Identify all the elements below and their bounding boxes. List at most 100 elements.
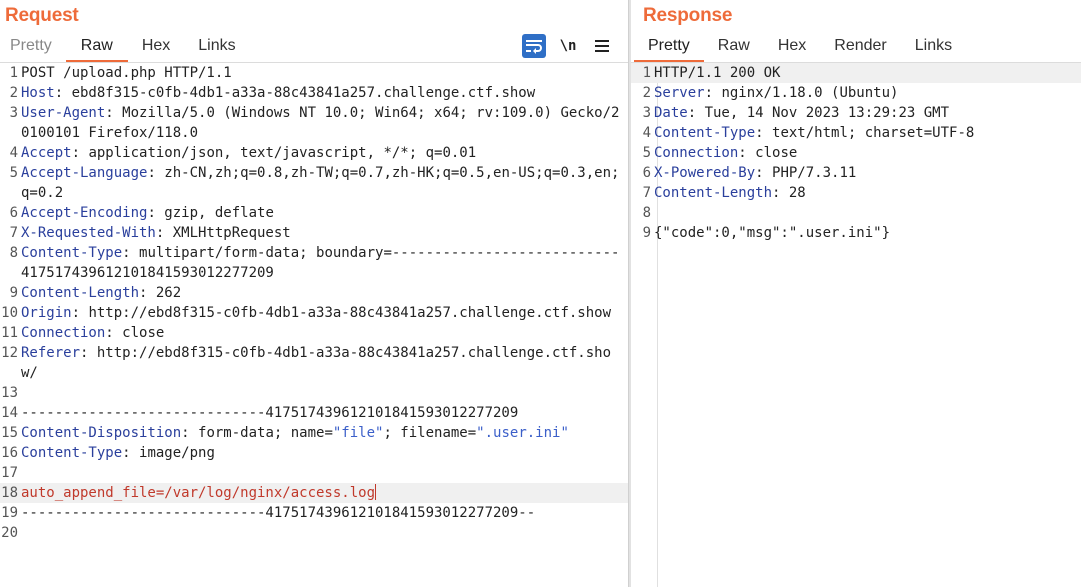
header-value: http://ebd8f315-c0fb-4db1-a33a-88c43841a… — [21, 345, 612, 381]
line-number: 2 — [9, 85, 18, 101]
header-value: Tue, 14 Nov 2023 13:29:23 GMT — [704, 105, 950, 121]
header-value: PHP/7.3.11 — [772, 165, 857, 181]
header-separator: : — [155, 225, 173, 241]
code-line: 4 Accept: application/json, text/javascri… — [0, 143, 628, 163]
line-number: 5 — [9, 165, 18, 181]
line-text: Accept-Encoding: gzip, deflate — [20, 203, 628, 223]
header-value: application/json, text/javascript, */*; … — [88, 145, 477, 161]
line-text: Origin: http://ebd8f315-c0fb-4db1-a33a-8… — [20, 303, 628, 323]
code-line: 8 — [631, 203, 1081, 223]
code-line: 1 POST /upload.php HTTP/1.1 — [0, 63, 628, 83]
header-name: Accept — [21, 145, 72, 161]
request-title: Request — [5, 5, 79, 26]
response-tab-hex[interactable]: Hex — [764, 36, 820, 62]
header-name: Content-Disposition — [21, 425, 182, 441]
header-separator: : — [147, 165, 165, 181]
word-wrap-toggle[interactable] — [522, 34, 546, 58]
line-text — [20, 383, 628, 403]
line-number: 4 — [9, 145, 18, 161]
line-number: 4 — [642, 125, 651, 141]
request-editor[interactable]: 1 POST /upload.php HTTP/1.1 2 Host: ebd8f31… — [0, 63, 628, 587]
header-separator: : — [122, 445, 140, 461]
code-line: 2 Host: ebd8f315-c0fb-4db1-a33a-88c43841a… — [0, 83, 628, 103]
header-name: Content-Type — [21, 245, 123, 261]
show-newlines-toggle[interactable]: \n — [556, 34, 580, 58]
line-text: Content-Type: text/html; charset=UTF-8 — [653, 123, 1081, 143]
line-text — [20, 523, 628, 543]
code-line: 18 auto_append_file=/var/log/nginx/access… — [0, 483, 628, 503]
header-value: close — [755, 145, 798, 161]
header-separator: : — [755, 165, 773, 181]
header-name: Accept-Encoding — [21, 205, 148, 221]
code-line: 5 Connection: close — [631, 143, 1081, 163]
header-name: Connection — [21, 325, 106, 341]
line-text: Accept-Language: zh-CN,zh;q=0.8,zh-TW;q=… — [20, 163, 628, 203]
line-text: Server: nginx/1.18.0 (Ubuntu) — [653, 83, 1081, 103]
line-text: HTTP/1.1 200 OK — [653, 63, 1081, 83]
raw-text: HTTP/1.1 200 OK — [654, 65, 781, 81]
header-separator: : — [71, 305, 89, 321]
response-tab-render[interactable]: Render — [820, 36, 900, 62]
newline-icon: \n — [559, 38, 577, 54]
line-text: X-Requested-With: XMLHttpRequest — [20, 223, 628, 243]
header-separator: : — [147, 205, 165, 221]
request-tab-hex[interactable]: Hex — [128, 36, 184, 62]
response-tab-raw[interactable]: Raw — [704, 36, 764, 62]
line-number: 16 — [1, 445, 18, 461]
request-toolbar: \n — [522, 34, 614, 58]
line-text: Date: Tue, 14 Nov 2023 13:29:23 GMT — [653, 103, 1081, 123]
line-text: Referer: http://ebd8f315-c0fb-4db1-a33a-… — [20, 343, 628, 383]
code-line: 17 — [0, 463, 628, 483]
code-line: 3 User-Agent: Mozilla/5.0 (Windows NT 10.… — [0, 103, 628, 143]
response-tab-links[interactable]: Links — [901, 36, 966, 62]
line-text — [20, 463, 628, 483]
line-number: 6 — [9, 205, 18, 221]
header-value: 262 — [155, 285, 182, 301]
header-value: nginx/1.18.0 (Ubuntu) — [721, 85, 899, 101]
header-separator: : — [71, 145, 89, 161]
header-name: Server — [654, 85, 705, 101]
code-line: 8 Content-Type: multipart/form-data; boun… — [0, 243, 628, 283]
request-panel: Request Pretty Raw Hex Links \n 1 POST /… — [0, 0, 628, 587]
request-tab-raw[interactable]: Raw — [65, 36, 128, 62]
line-number: 10 — [1, 305, 18, 321]
header-separator: : — [105, 105, 123, 121]
request-tab-pretty[interactable]: Pretty — [0, 36, 66, 62]
line-text: Content-Length: 28 — [653, 183, 1081, 203]
request-menu-button[interactable] — [590, 34, 614, 58]
header-separator: : — [80, 345, 97, 361]
code-line: 6 X-Powered-By: PHP/7.3.11 — [631, 163, 1081, 183]
header-name: Content-Length — [21, 285, 140, 301]
code-line: 7 X-Requested-With: XMLHttpRequest — [0, 223, 628, 243]
line-number: 7 — [642, 185, 651, 201]
request-tabs: Pretty Raw Hex Links — [0, 36, 250, 62]
header-separator: : — [772, 185, 789, 201]
line-text: Host: ebd8f315-c0fb-4db1-a33a-88c43841a2… — [20, 83, 628, 103]
header-value: 28 — [788, 185, 806, 201]
line-number: 11 — [1, 325, 18, 341]
code-line: 3 Date: Tue, 14 Nov 2023 13:29:23 GMT — [631, 103, 1081, 123]
line-number: 19 — [1, 505, 18, 521]
response-tab-pretty[interactable]: Pretty — [634, 36, 704, 62]
code-line: 9 {"code":0,"msg":".user.ini"} — [631, 223, 1081, 243]
header-name: Host — [21, 85, 55, 101]
text-caret — [375, 484, 377, 500]
code-line: 20 — [0, 523, 628, 543]
header-separator: : — [105, 325, 123, 341]
header-name: Referer — [21, 345, 81, 361]
code-line: 19 -----------------------------417517439… — [0, 503, 628, 523]
line-number: 9 — [9, 285, 18, 301]
line-text: POST /upload.php HTTP/1.1 — [20, 63, 628, 83]
header-value: close — [122, 325, 165, 341]
hamburger-menu-icon — [595, 40, 609, 52]
header-name: Content-Length — [654, 185, 773, 201]
line-number: 17 — [1, 465, 18, 481]
line-text: User-Agent: Mozilla/5.0 (Windows NT 10.0… — [20, 103, 628, 143]
code-line: 16 Content-Type: image/png — [0, 443, 628, 463]
header-name: Origin — [21, 305, 72, 321]
header-separator: : — [54, 85, 72, 101]
line-text: Connection: close — [20, 323, 628, 343]
raw-text: {"code":0,"msg":".user.ini"} — [654, 225, 891, 241]
request-tab-links[interactable]: Links — [184, 36, 249, 62]
response-editor[interactable]: 1 HTTP/1.1 200 OK 2 Server: nginx/1.18.0 (U… — [631, 63, 1081, 587]
